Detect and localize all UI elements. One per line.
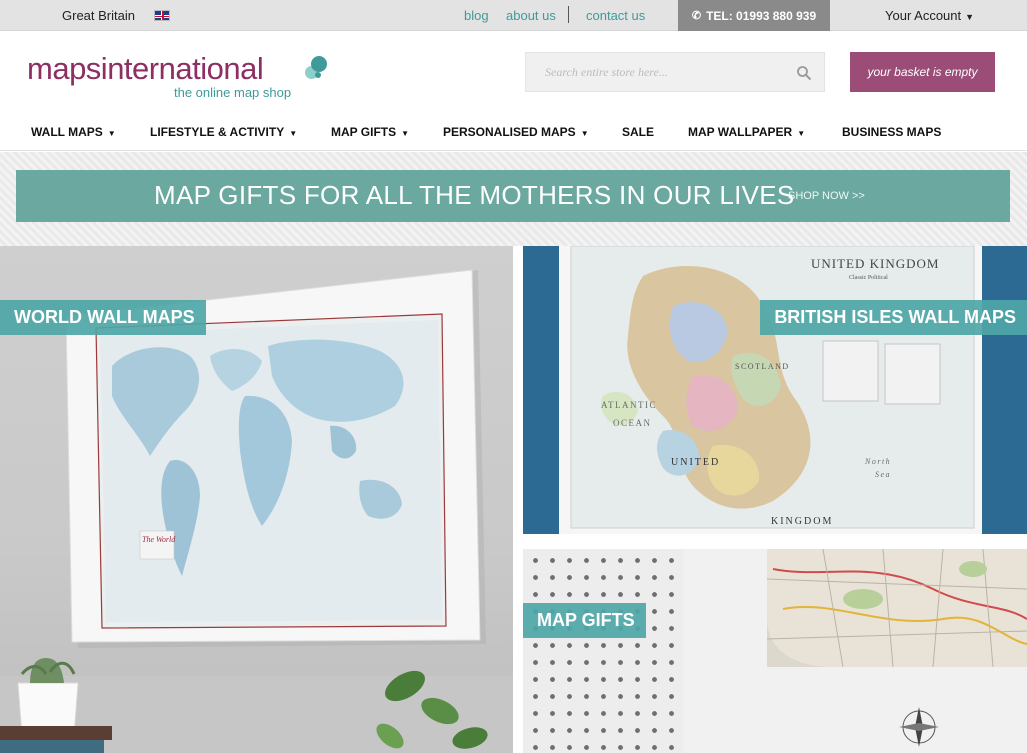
nav-item-map-gifts[interactable]: MAP GIFTS ▼ [331,125,409,139]
scotland-label: SCOTLAND [735,362,790,371]
divider [568,6,569,23]
uk-map-title: UNITED KINGDOM [811,256,939,271]
nav-item-business-maps[interactable]: BUSINESS MAPS [842,125,941,139]
united-label: UNITED [671,457,720,468]
uk-map-image: UNITED KINGDOM Classic Political ATLANTI… [559,246,982,534]
nav-item-sale[interactable]: SALE [622,125,654,139]
ocean-label: OCEAN [613,418,652,428]
telephone-button[interactable]: ✆ TEL: 01993 880 939 [678,0,830,31]
page: Great Britain blog about us contact us ✆… [0,0,1027,753]
logo-dots-icon [305,56,335,86]
city-map-image [766,549,1027,747]
telephone-label: TEL: 01993 880 939 [706,8,817,23]
uk-flag-icon[interactable] [154,10,170,21]
shop-now-link[interactable]: SHOP NOW >> [788,190,865,202]
nav-item-lifestyle-activity[interactable]: LIFESTYLE & ACTIVITY ▼ [150,125,297,139]
city-map-tile[interactable] [683,549,1027,753]
world-wall-maps-tile[interactable]: The World WORLD WALL MAPS [0,246,513,753]
sea-label: Sea [875,470,891,479]
world-wall-maps-label: WORLD WALL MAPS [0,300,206,335]
blog-link[interactable]: blog [464,8,489,23]
chevron-down-icon: ▼ [401,129,410,138]
phone-icon: ✆ [691,10,702,22]
promo-banner[interactable]: MAP GIFTS FOR ALL THE MOTHERS IN OUR LIV… [16,170,1010,222]
account-label: Your Account [885,8,962,23]
logo-tagline: the online map shop [174,85,292,100]
about-us-link[interactable]: about us [506,8,556,23]
main-nav: WALL MAPS ▼ LIFESTYLE & ACTIVITY ▼ MAP GIF… [0,113,1027,151]
chevron-down-icon: ▼ [107,129,116,138]
british-isles-wall-maps-label: BRITISH ISLES WALL MAPS [760,300,1027,335]
contact-us-link[interactable]: contact us [586,8,645,23]
compass-rose-icon [899,707,939,747]
basket-button[interactable]: your basket is empty [850,52,995,92]
logo-wordmark: mapsinternational [27,51,264,86]
chevron-down-icon: ▼ [580,129,589,138]
chevron-down-icon: ▼ [289,129,298,138]
search-icon[interactable] [796,65,812,81]
account-menu[interactable]: Your Account ▼ [885,8,974,23]
north-label: North [864,457,891,466]
top-bar: Great Britain blog about us contact us ✆… [0,0,1027,31]
map-gifts-tile[interactable]: MAP GIFTS [523,549,683,753]
uk-map-subtitle: Classic Political [849,275,888,281]
world-map-title: The World [142,535,176,544]
atlantic-label: ATLANTIC [601,400,657,410]
chevron-down-icon: ▼ [797,129,806,138]
kingdom-label: KINGDOM [771,516,833,527]
site-logo[interactable]: mapsinternational the online map shop [27,51,327,100]
search-input[interactable] [526,53,786,91]
map-gifts-label: MAP GIFTS [523,603,646,638]
country-selector[interactable]: Great Britain [62,8,135,23]
british-isles-wall-maps-tile[interactable]: UNITED KINGDOM Classic Political ATLANTI… [523,246,1027,534]
banner-title: MAP GIFTS FOR ALL THE MOTHERS IN OUR LIV… [154,180,795,210]
nav-item-map-wallpaper[interactable]: MAP WALLPAPER ▼ [688,125,805,139]
nav-item-wall-maps[interactable]: WALL MAPS ▼ [31,125,116,139]
search-box [525,52,825,92]
chevron-down-icon: ▼ [965,12,975,22]
nav-item-personalised-maps[interactable]: PERSONALISED MAPS ▼ [443,125,589,139]
